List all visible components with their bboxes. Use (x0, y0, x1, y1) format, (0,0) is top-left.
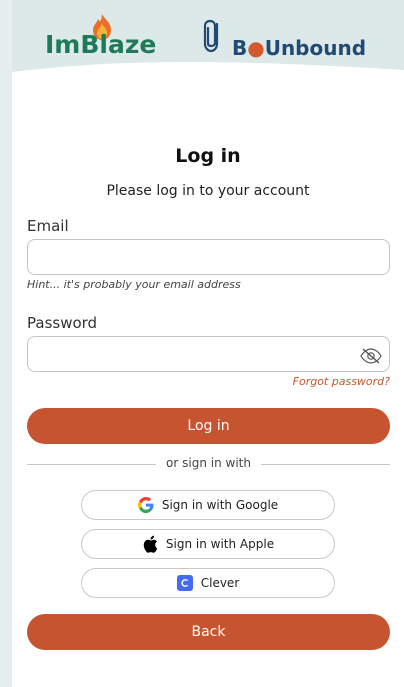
eye-slash-icon[interactable] (360, 348, 382, 364)
login-button[interactable]: Log in (27, 408, 390, 444)
brand-right-suffix: Unbound (264, 36, 367, 60)
back-button[interactable]: Back (27, 614, 390, 650)
login-page: ImBlaze B●Unbound Log in Please log in t… (12, 0, 404, 687)
clever-icon (176, 575, 193, 591)
password-label: Password (27, 314, 98, 332)
divider-text: or sign in with (156, 456, 261, 470)
email-field[interactable] (27, 239, 390, 275)
brand-right-dot: ● (247, 36, 265, 60)
forgot-password-link[interactable]: Forgot password? (293, 375, 390, 388)
brand-right-prefix: B (232, 36, 248, 60)
google-signin-label: Sign in with Google (161, 498, 279, 512)
apple-signin-label: Sign in with Apple (165, 537, 275, 551)
email-label: Email (27, 217, 69, 235)
header-banner: ImBlaze B●Unbound (12, 0, 404, 80)
apple-signin-button[interactable]: Sign in with Apple (81, 529, 335, 559)
sign-in-divider: or sign in with (27, 456, 390, 472)
password-field[interactable] (27, 336, 390, 372)
page-title: Log in (175, 145, 241, 167)
page-subtitle: Please log in to your account (106, 183, 310, 199)
clever-signin-button[interactable]: Clever (81, 568, 335, 598)
divider-text-wrap: or sign in with (27, 456, 390, 470)
google-icon (137, 497, 154, 513)
bounbound-logo: B●Unbound (232, 36, 366, 60)
imblaze-logo: ImBlaze (45, 30, 157, 59)
paperclip-icon (203, 19, 219, 53)
email-hint: Hint... it's probably your email address (27, 278, 241, 291)
google-signin-button[interactable]: Sign in with Google (81, 490, 335, 520)
clever-signin-label: Clever (200, 576, 240, 590)
apple-icon (142, 535, 158, 553)
